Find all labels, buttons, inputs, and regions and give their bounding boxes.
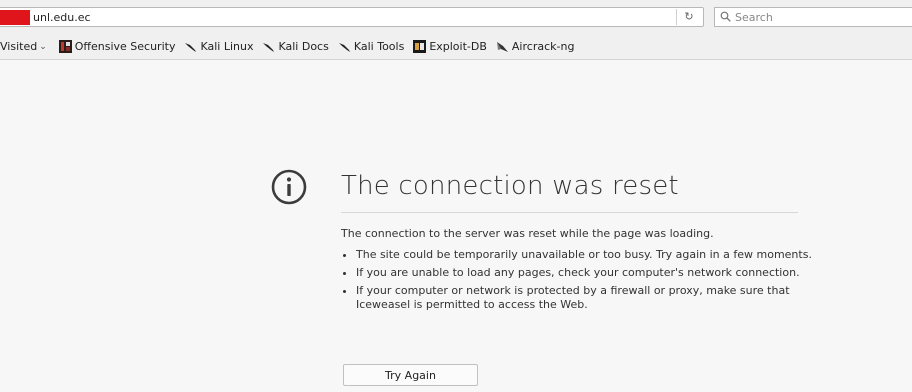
divider: [341, 212, 798, 213]
kali-dragon-icon: [185, 43, 197, 52]
list-item: If your computer or network is protected…: [356, 284, 816, 312]
redacted-area: [0, 10, 30, 25]
chevron-down-icon: ⌄: [39, 41, 47, 52]
bookmark-label: Kali Tools: [353, 40, 405, 53]
url-text[interactable]: unl.edu.ec: [33, 10, 91, 25]
bookmark-label: Kali Linux: [200, 40, 254, 53]
bookmark-kali-linux[interactable]: Kali Linux: [184, 40, 253, 53]
kali-dragon-icon: [338, 43, 350, 52]
error-suggestions: The site could be temporarily unavailabl…: [341, 248, 816, 316]
bookmark-aircrack-ng[interactable]: Aircrack-ng: [496, 40, 575, 53]
bookmarks-toolbar: Visited ⌄ Offensive Security Kali Linux …: [0, 34, 912, 60]
bookmark-offensive-security[interactable]: Offensive Security: [58, 40, 176, 53]
bookmark-label: Offensive Security: [74, 40, 176, 53]
error-description: The connection to the server was reset w…: [341, 227, 714, 240]
bookmark-kali-tools[interactable]: Kali Tools: [338, 40, 404, 53]
page-title: The connection was reset: [341, 171, 679, 201]
navigation-bar: unl.edu.ec ↻ Search: [0, 0, 912, 34]
reload-icon[interactable]: ↻: [676, 9, 701, 25]
bookmark-label: Kali Docs: [278, 40, 329, 53]
bookmark-label: Exploit-DB: [429, 40, 487, 53]
search-input[interactable]: Search: [735, 10, 773, 25]
bookmark-label: Aircrack-ng: [511, 40, 575, 53]
search-icon: [720, 11, 731, 22]
kali-dragon-icon: [263, 43, 275, 52]
list-item: The site could be temporarily unavailabl…: [356, 248, 816, 262]
error-page: The connection was reset The connection …: [0, 60, 912, 392]
offensive-security-icon: [58, 40, 72, 53]
try-again-button[interactable]: Try Again: [343, 364, 478, 386]
list-item: If you are unable to load any pages, che…: [356, 266, 816, 280]
info-icon: [271, 169, 307, 205]
exploit-db-icon: [413, 40, 427, 53]
bookmark-kali-docs[interactable]: Kali Docs: [262, 40, 329, 53]
bookmark-exploit-db[interactable]: Exploit-DB: [413, 40, 487, 53]
search-bar[interactable]: Search: [714, 7, 912, 27]
aircrack-icon: [496, 42, 508, 52]
visited-dropdown[interactable]: Visited ⌄: [0, 40, 47, 53]
visited-label: Visited: [0, 40, 38, 53]
url-bar[interactable]: unl.edu.ec ↻: [0, 7, 704, 27]
